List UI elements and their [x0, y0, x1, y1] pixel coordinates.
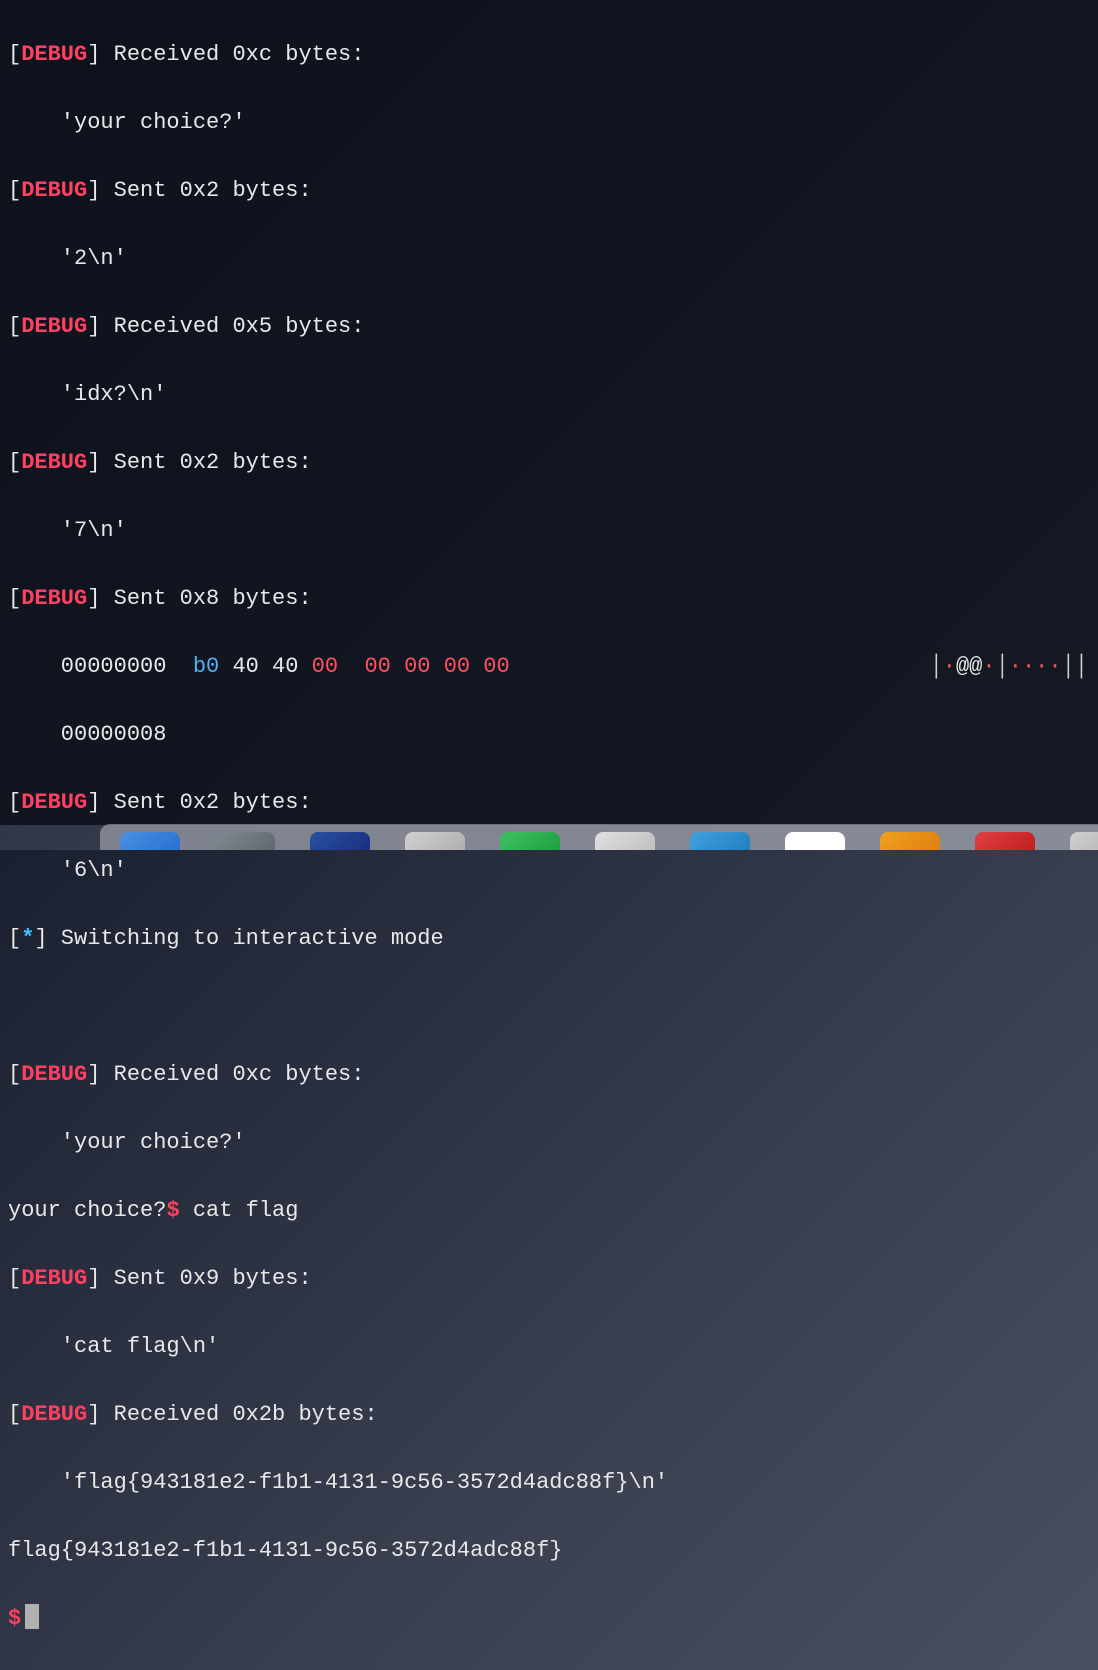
data-line: 'your choice?' [8, 106, 1090, 140]
dock-app-icon[interactable] [215, 832, 275, 850]
debug-line: [DEBUG] Sent 0x9 bytes: [8, 1262, 1090, 1296]
dock-app-icon[interactable] [405, 832, 465, 850]
debug-line: [DEBUG] Received 0xc bytes: [8, 38, 1090, 72]
dock-app-icon[interactable] [500, 832, 560, 850]
data-line: '7\n' [8, 514, 1090, 548]
debug-line: [DEBUG] Received 0x5 bytes: [8, 310, 1090, 344]
prompt-line[interactable]: $ [8, 1602, 1090, 1636]
data-line: '2\n' [8, 242, 1090, 276]
data-line: 'flag{943181e2-f1b1-4131-9c56-3572d4adc8… [8, 1466, 1090, 1500]
debug-line: [DEBUG] Sent 0x2 bytes: [8, 446, 1090, 480]
dock-app-icon[interactable] [880, 832, 940, 850]
info-line: [*] Switching to interactive mode [8, 922, 1090, 956]
hexdump-line: 00000000 b0 40 40 00 00 00 00 00 │·@@·│·… [8, 650, 1090, 684]
data-line: 'your choice?' [8, 1126, 1090, 1160]
macos-dock[interactable] [100, 824, 1098, 850]
cursor-icon [25, 1604, 39, 1629]
blank-line [8, 990, 1090, 1024]
debug-line: [DEBUG] Sent 0x2 bytes: [8, 786, 1090, 820]
debug-line: [DEBUG] Sent 0x8 bytes: [8, 582, 1090, 616]
dock-app-icon[interactable] [690, 832, 750, 850]
data-line: 'idx?\n' [8, 378, 1090, 412]
dock-app-icon[interactable] [595, 832, 655, 850]
data-line: '6\n' [8, 854, 1090, 888]
debug-line: [DEBUG] Received 0xc bytes: [8, 1058, 1090, 1092]
dock-app-icon[interactable] [785, 832, 845, 850]
debug-line: [DEBUG] Received 0x2b bytes: [8, 1398, 1090, 1432]
dock-app-icon[interactable] [975, 832, 1035, 850]
dock-app-icon[interactable] [120, 832, 180, 850]
terminal-output[interactable]: [DEBUG] Received 0xc bytes: 'your choice… [0, 0, 1098, 825]
debug-line: [DEBUG] Sent 0x2 bytes: [8, 174, 1090, 208]
flag-output: flag{943181e2-f1b1-4131-9c56-3572d4adc88… [8, 1534, 1090, 1568]
dock-app-icon[interactable] [1070, 832, 1098, 850]
dock-app-icon[interactable] [310, 832, 370, 850]
prompt-line: your choice?$ cat flag [8, 1194, 1090, 1228]
data-line: 'cat flag\n' [8, 1330, 1090, 1364]
hexdump-offset: 00000008 [8, 718, 1090, 752]
